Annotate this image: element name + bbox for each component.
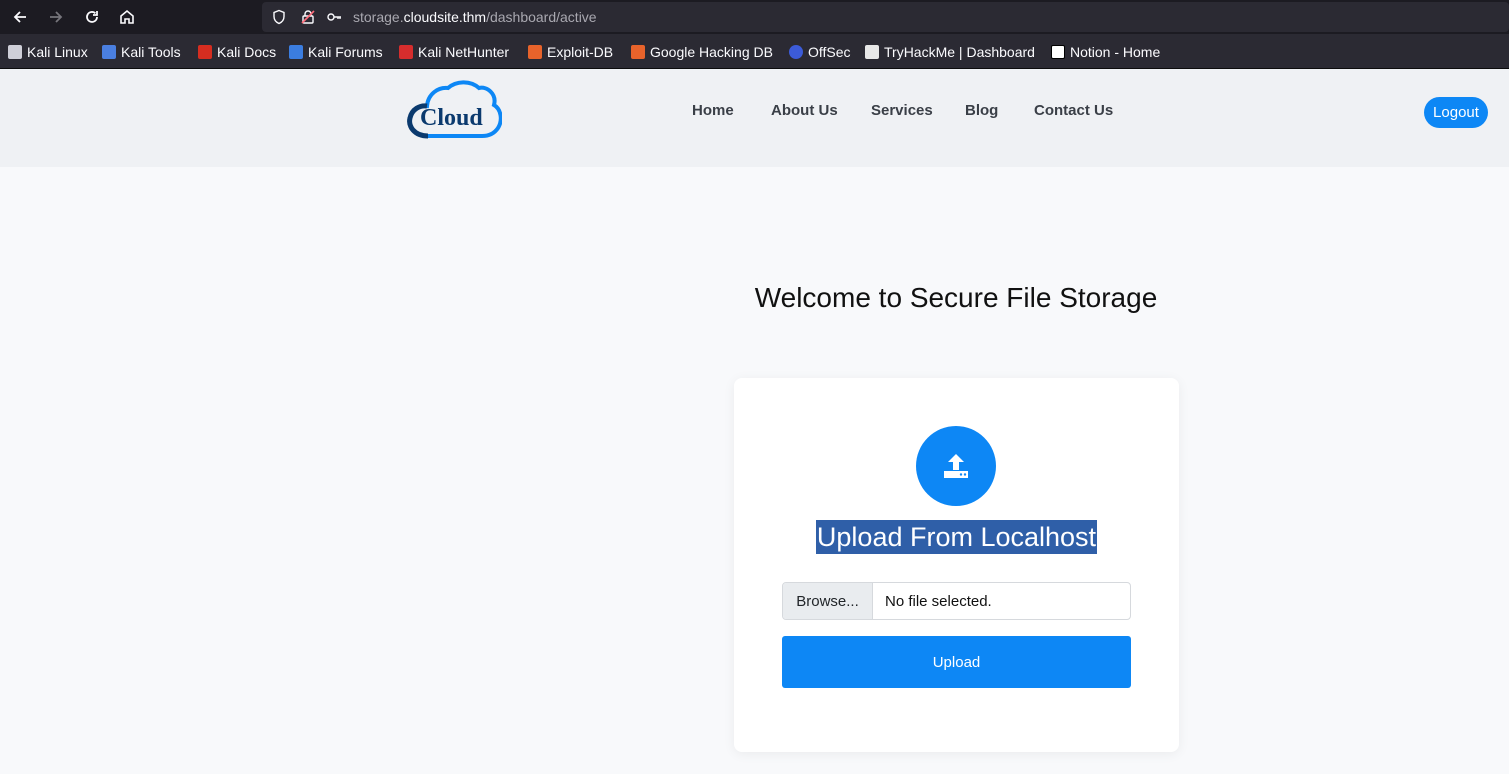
- upload-card: Upload From Localhost Browse... No file …: [734, 378, 1179, 752]
- url-text[interactable]: storage.cloudsite.thm/dashboard/active: [353, 9, 597, 25]
- bookmark-label: Kali Tools: [121, 44, 181, 60]
- bookmark-notion[interactable]: Notion - Home: [1051, 43, 1160, 61]
- bookmark-kali-linux[interactable]: Kali Linux: [8, 43, 88, 61]
- bookmark-label: Kali Forums: [308, 44, 383, 60]
- bookmark-label: Notion - Home: [1070, 44, 1161, 60]
- forward-icon[interactable]: [44, 5, 68, 29]
- url-path: /dashboard/active: [486, 9, 597, 25]
- url-subdomain: storage.: [353, 9, 404, 25]
- reload-icon[interactable]: [80, 5, 104, 29]
- bookmark-kali-tools[interactable]: Kali Tools: [102, 43, 181, 61]
- nav-about-us[interactable]: About Us: [771, 102, 838, 119]
- bookmark-ghdb[interactable]: Google Hacking DB: [631, 43, 773, 61]
- bookmark-label: OffSec: [808, 44, 851, 60]
- bookmark-kali-docs[interactable]: Kali Docs: [198, 43, 276, 61]
- kali-tools-icon: [102, 45, 116, 59]
- notion-icon: [1051, 45, 1065, 59]
- nav-contact-us[interactable]: Contact Us: [1034, 102, 1113, 119]
- back-icon[interactable]: [8, 5, 32, 29]
- tryhackme-icon: [865, 45, 879, 59]
- bookmark-kali-nethunter[interactable]: Kali NetHunter: [399, 43, 509, 61]
- bookmark-label: TryHackMe | Dashboard: [884, 44, 1035, 60]
- upload-button[interactable]: Upload: [782, 636, 1131, 688]
- bookmark-label: Kali Linux: [27, 44, 88, 60]
- page: Cloud Home About Us Services Blog Contac…: [0, 69, 1509, 774]
- site-header: Cloud Home About Us Services Blog Contac…: [0, 69, 1509, 167]
- ghdb-icon: [631, 45, 645, 59]
- upload-heading: Upload From Localhost: [815, 520, 1098, 554]
- bookmark-label: Exploit-DB: [547, 44, 614, 60]
- kali-forums-icon: [289, 45, 303, 59]
- kali-nethunter-icon: [399, 45, 413, 59]
- bookmark-exploit-db[interactable]: Exploit-DB: [528, 43, 613, 61]
- nav-blog[interactable]: Blog: [965, 102, 998, 119]
- offsec-icon: [789, 45, 803, 59]
- url-bar[interactable]: storage.cloudsite.thm/dashboard/active: [262, 2, 1509, 32]
- insecure-lock-icon[interactable]: [300, 9, 316, 25]
- bookmark-tryhackme[interactable]: TryHackMe | Dashboard: [865, 43, 1035, 61]
- bookmark-offsec[interactable]: OffSec: [789, 43, 851, 61]
- nav-services[interactable]: Services: [871, 102, 933, 119]
- exploit-db-icon: [528, 45, 542, 59]
- bookmark-label: Google Hacking DB: [650, 44, 773, 60]
- logout-button[interactable]: Logout: [1424, 97, 1488, 128]
- browse-button[interactable]: Browse...: [783, 583, 873, 619]
- bookmark-kali-forums[interactable]: Kali Forums: [289, 43, 383, 61]
- page-title: Welcome to Secure File Storage: [754, 282, 1158, 313]
- logo-text: Cloud: [420, 105, 483, 131]
- upload-circle: [916, 426, 996, 506]
- nav-home[interactable]: Home: [692, 102, 734, 119]
- file-status: No file selected.: [885, 592, 992, 610]
- shield-icon[interactable]: [271, 9, 287, 25]
- key-icon[interactable]: [326, 9, 342, 25]
- cloud-logo-icon[interactable]: Cloud: [406, 78, 502, 140]
- bookmarks-bar: Kali Linux Kali Tools Kali Docs Kali For…: [0, 34, 1509, 69]
- bookmark-label: Kali Docs: [217, 44, 277, 60]
- url-domain: cloudsite.thm: [403, 9, 487, 25]
- upload-icon: [944, 454, 968, 478]
- kali-dragon-icon: [8, 45, 22, 59]
- kali-docs-icon: [198, 45, 212, 59]
- home-icon[interactable]: [115, 5, 139, 29]
- browser-toolbar: storage.cloudsite.thm/dashboard/active: [0, 0, 1509, 34]
- file-input[interactable]: Browse... No file selected.: [782, 582, 1131, 620]
- bookmark-label: Kali NetHunter: [418, 44, 510, 60]
